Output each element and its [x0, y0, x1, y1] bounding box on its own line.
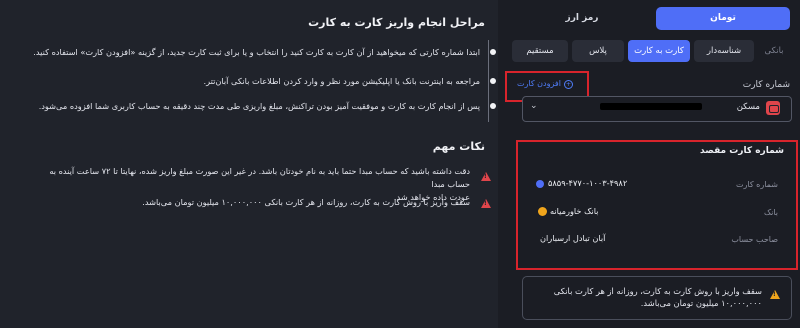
step-2: مراجعه به اینترنت بانک یا اپلیکیشن مورد …	[203, 76, 496, 86]
step-1: ابتدا شماره کارتی که میخواهید از آن کارت…	[28, 47, 496, 58]
bank-logo-icon	[538, 207, 547, 216]
dest-owner-label: صاحب حساب	[731, 235, 778, 244]
dest-card-number-label: شماره کارت	[735, 180, 778, 189]
dest-bank-label: بانک	[763, 208, 778, 217]
plus-circle-icon: +	[563, 80, 573, 89]
bank-logo-icon	[766, 101, 780, 115]
copy-icon[interactable]	[536, 179, 544, 188]
dest-owner: آبان تبادل ارسباران	[540, 233, 606, 243]
card-bank-name: مسکن	[736, 102, 760, 112]
step-3: پس از انجام کارت به کارت و موفقیت آمیز ب…	[28, 101, 496, 112]
step-bullet	[490, 103, 496, 109]
dest-bank: بانک خاورمیانه	[538, 206, 598, 216]
tab-direct[interactable]: مستقیم	[512, 40, 568, 62]
steps-title: مراحل انجام واریز کارت به کارت	[308, 16, 485, 29]
warning-icon	[481, 199, 491, 208]
dest-card-number: ۵۸۵۹-۴۷۷۰-۱۰۰۳-۴۹۸۲	[536, 178, 627, 188]
tab-crypto[interactable]: رمز ارز	[512, 7, 652, 30]
tab-shenase[interactable]: شناسه‌دار	[694, 40, 754, 62]
step-bullet	[490, 49, 496, 55]
tab-plus[interactable]: پلاس	[572, 40, 624, 62]
notes-title: نکات مهم	[432, 140, 485, 153]
add-card-button[interactable]: +افزودن کارت	[517, 79, 573, 89]
step-bullet	[490, 78, 496, 84]
tab-bank[interactable]: بانکی	[758, 40, 790, 62]
warning-icon	[770, 290, 780, 299]
tab-toman[interactable]: تومان	[656, 7, 790, 30]
card-number-masked	[600, 103, 702, 110]
warning-icon	[481, 172, 491, 181]
chevron-down-icon: ⌄	[530, 101, 538, 111]
limit-notice-text: سقف واریز با روش کارت به کارت، روزانه از…	[553, 286, 762, 308]
card-label: شماره کارت	[742, 80, 790, 90]
note-2: سقف واریز با روش کارت به کارت، روزانه از…	[142, 197, 470, 207]
tab-card-to-card[interactable]: کارت به کارت	[628, 40, 690, 62]
destination-title: شماره کارت مقصد	[700, 146, 784, 156]
destination-card-box	[516, 140, 798, 270]
